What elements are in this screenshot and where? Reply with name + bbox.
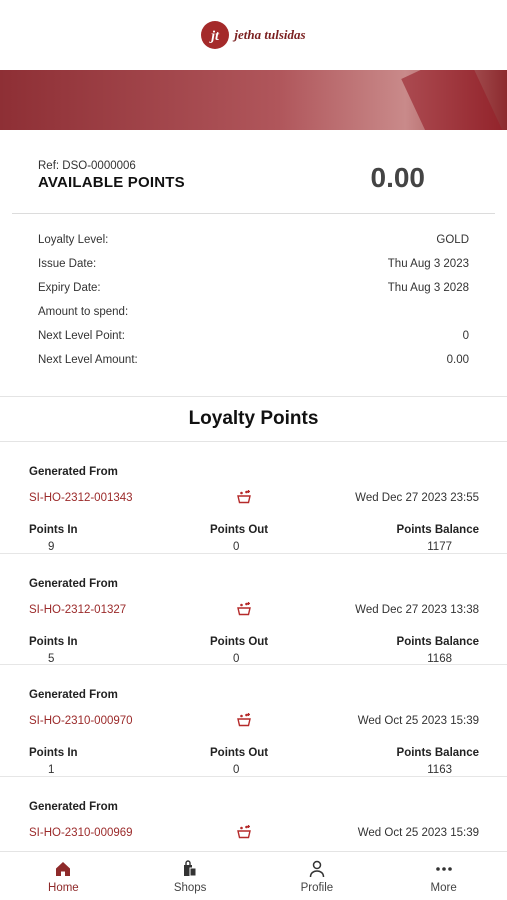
detail-value: Thu Aug 3 2028 [387,282,469,294]
entry-date: Wed Oct 25 2023 15:39 [357,826,479,839]
nav-label: Shops [173,881,207,894]
detail-value: 0.00 [446,354,469,366]
brand-logo: jt jetha tulsidas [201,21,306,49]
list-item[interactable]: Generated From SI-HO-2312-001343 Wed Dec… [0,442,507,554]
invoice-link[interactable]: SI-HO-2310-000970 [29,715,133,727]
jt-monogram-icon: jt [210,29,221,44]
detail-label: Next Level Amount: [38,354,138,366]
generated-from-label: Generated From [29,577,118,590]
detail-label: Next Level Point: [38,330,125,342]
more-dots-icon [435,866,452,871]
points-balance-value: 1168 [427,652,452,665]
nav-item-home[interactable]: Home [0,852,127,900]
detail-row-issue-date: Issue Date: Thu Aug 3 2023 [38,256,469,280]
points-in-value: 1 [48,764,55,776]
detail-label: Loyalty Level: [38,234,109,246]
points-balance-label: Points Balance [396,747,479,759]
generated-from-label: Generated From [29,466,118,478]
detail-label: Issue Date: [38,258,97,270]
generated-from-label: Generated From [29,800,118,813]
reward-basket-icon [237,601,251,615]
points-out-label: Points Out [210,747,269,759]
detail-row-next-level-point: Next Level Point: 0 [38,328,469,352]
points-in-label: Points In [29,747,78,759]
nav-item-more[interactable]: More [380,852,507,900]
nav-item-profile[interactable]: Profile [254,852,381,900]
invoice-link[interactable]: SI-HO-2312-01327 [29,604,126,616]
reference-number: Ref: DSO-0000006 [38,160,136,172]
loyalty-points-header: Loyalty Points [0,396,507,442]
home-icon [56,861,71,876]
points-balance-label: Points Balance [396,524,479,536]
reward-basket-icon [237,713,251,727]
available-points-label: AVAILABLE POINTS [38,174,185,191]
loyalty-details: Loyalty Level: GOLD Issue Date: Thu Aug … [0,214,507,396]
points-in-value: 9 [48,541,55,553]
detail-row-loyalty-level: Loyalty Level: GOLD [38,232,469,256]
points-in-label: Points In [29,524,78,536]
points-in-value: 5 [48,652,55,665]
points-out-value: 0 [233,652,240,665]
person-icon [309,860,325,877]
detail-row-next-level-amount: Next Level Amount: 0.00 [38,352,469,376]
points-out-label: Points Out [210,524,269,536]
points-balance-label: Points Balance [396,635,479,648]
nav-label: Profile [300,881,334,894]
app-header: jt jetha tulsidas [0,0,507,70]
detail-value: 0 [462,330,469,342]
points-in-label: Points In [29,635,78,648]
svg-text:jt: jt [210,29,221,44]
brand-logo-mark: jt [201,21,230,49]
points-out-value: 0 [233,764,240,776]
invoice-link[interactable]: SI-HO-2310-000969 [29,827,133,839]
points-out-label: Points Out [210,635,269,648]
reward-basket-icon [237,490,251,504]
points-out-value: 0 [233,541,240,553]
detail-row-amount-to-spend: Amount to spend: [38,304,469,328]
available-points-value: 0.00 [370,162,426,193]
list-item[interactable]: Generated From SI-HO-2310-000969 Wed Oct… [0,777,507,853]
points-balance-value: 1177 [427,541,452,553]
nav-label: Home [48,881,79,894]
loyalty-points-list[interactable]: Generated From SI-HO-2312-001343 Wed Dec… [0,442,507,852]
available-points-card: Ref: DSO-0000006 AVAILABLE POINTS 0.00 [0,130,507,213]
header-banner-image [0,70,507,130]
points-balance-value: 1163 [427,764,452,776]
nav-item-shops[interactable]: Shops [127,852,254,900]
entry-date: Wed Oct 25 2023 15:39 [357,715,479,727]
invoice-link[interactable]: SI-HO-2312-001343 [29,492,133,504]
detail-value: GOLD [436,234,469,246]
section-title: Loyalty Points [188,408,319,429]
generated-from-label: Generated From [29,689,118,701]
detail-label: Expiry Date: [38,282,101,294]
detail-value: Thu Aug 3 2023 [387,258,469,270]
nav-label: More [430,881,457,894]
detail-label: Amount to spend: [38,306,129,318]
shopping-bag-icon [184,859,197,876]
bottom-navigation: Home Shops Profile More [0,851,507,900]
list-item[interactable]: Generated From SI-HO-2310-000970 Wed Oct… [0,665,507,777]
list-item[interactable]: Generated From SI-HO-2312-01327 Wed Dec … [0,554,507,665]
entry-date: Wed Dec 27 2023 13:38 [355,603,479,616]
entry-date: Wed Dec 27 2023 23:55 [355,492,479,504]
detail-row-expiry-date: Expiry Date: Thu Aug 3 2028 [38,280,469,304]
reward-basket-icon [237,824,251,838]
brand-name: jetha tulsidas [234,27,306,42]
